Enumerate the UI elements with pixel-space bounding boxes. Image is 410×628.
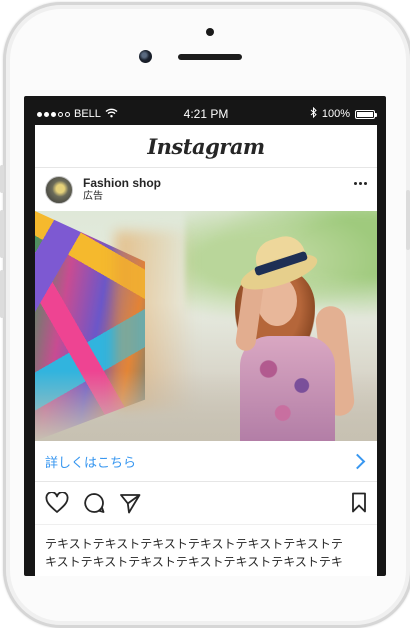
account-name[interactable]: Fashion shop	[83, 176, 161, 191]
front-camera	[139, 50, 152, 63]
caption-line: キストテキストテキストテキストテキストテキストテキ	[45, 555, 343, 569]
more-icon[interactable]	[354, 182, 367, 185]
comment-icon[interactable]	[83, 492, 105, 514]
chevron-right-icon	[349, 453, 366, 469]
front-sensor	[206, 28, 214, 36]
avatar[interactable]	[45, 175, 73, 204]
instagram-logo: Instagram	[147, 133, 265, 159]
post-caption: テキストテキストテキストテキストテキストテキストテ キストテキストテキストテキス…	[35, 524, 377, 571]
battery-percentage: 100%	[321, 108, 350, 120]
app-screen: Instagram Fashion shop 広告 詳しくはこちら テキストテキ…	[35, 125, 377, 576]
battery-icon	[355, 109, 377, 119]
app-header: Instagram	[35, 125, 377, 168]
post-header: Fashion shop 広告	[35, 168, 377, 211]
power-button	[406, 190, 410, 250]
mute-switch	[0, 165, 4, 193]
bookmark-icon[interactable]	[351, 492, 367, 518]
volume-up-button	[0, 210, 4, 258]
dress	[240, 336, 335, 441]
learn-more-button[interactable]: 詳しくはこちら	[35, 441, 377, 482]
bluetooth-icon	[310, 106, 317, 121]
post-image[interactable]	[35, 211, 377, 441]
volume-down-button	[0, 270, 4, 318]
caption-line: テキストテキストテキストテキストテキストテキストテ	[45, 537, 343, 551]
learn-more-label: 詳しくはこちら	[45, 454, 137, 470]
status-bar: BELL 4:21 PM 100%	[35, 103, 377, 125]
send-icon[interactable]	[119, 492, 141, 514]
sponsored-label: 広告	[83, 190, 103, 202]
action-bar	[35, 482, 377, 524]
heart-icon[interactable]	[45, 492, 69, 514]
earpiece-speaker	[178, 54, 242, 60]
